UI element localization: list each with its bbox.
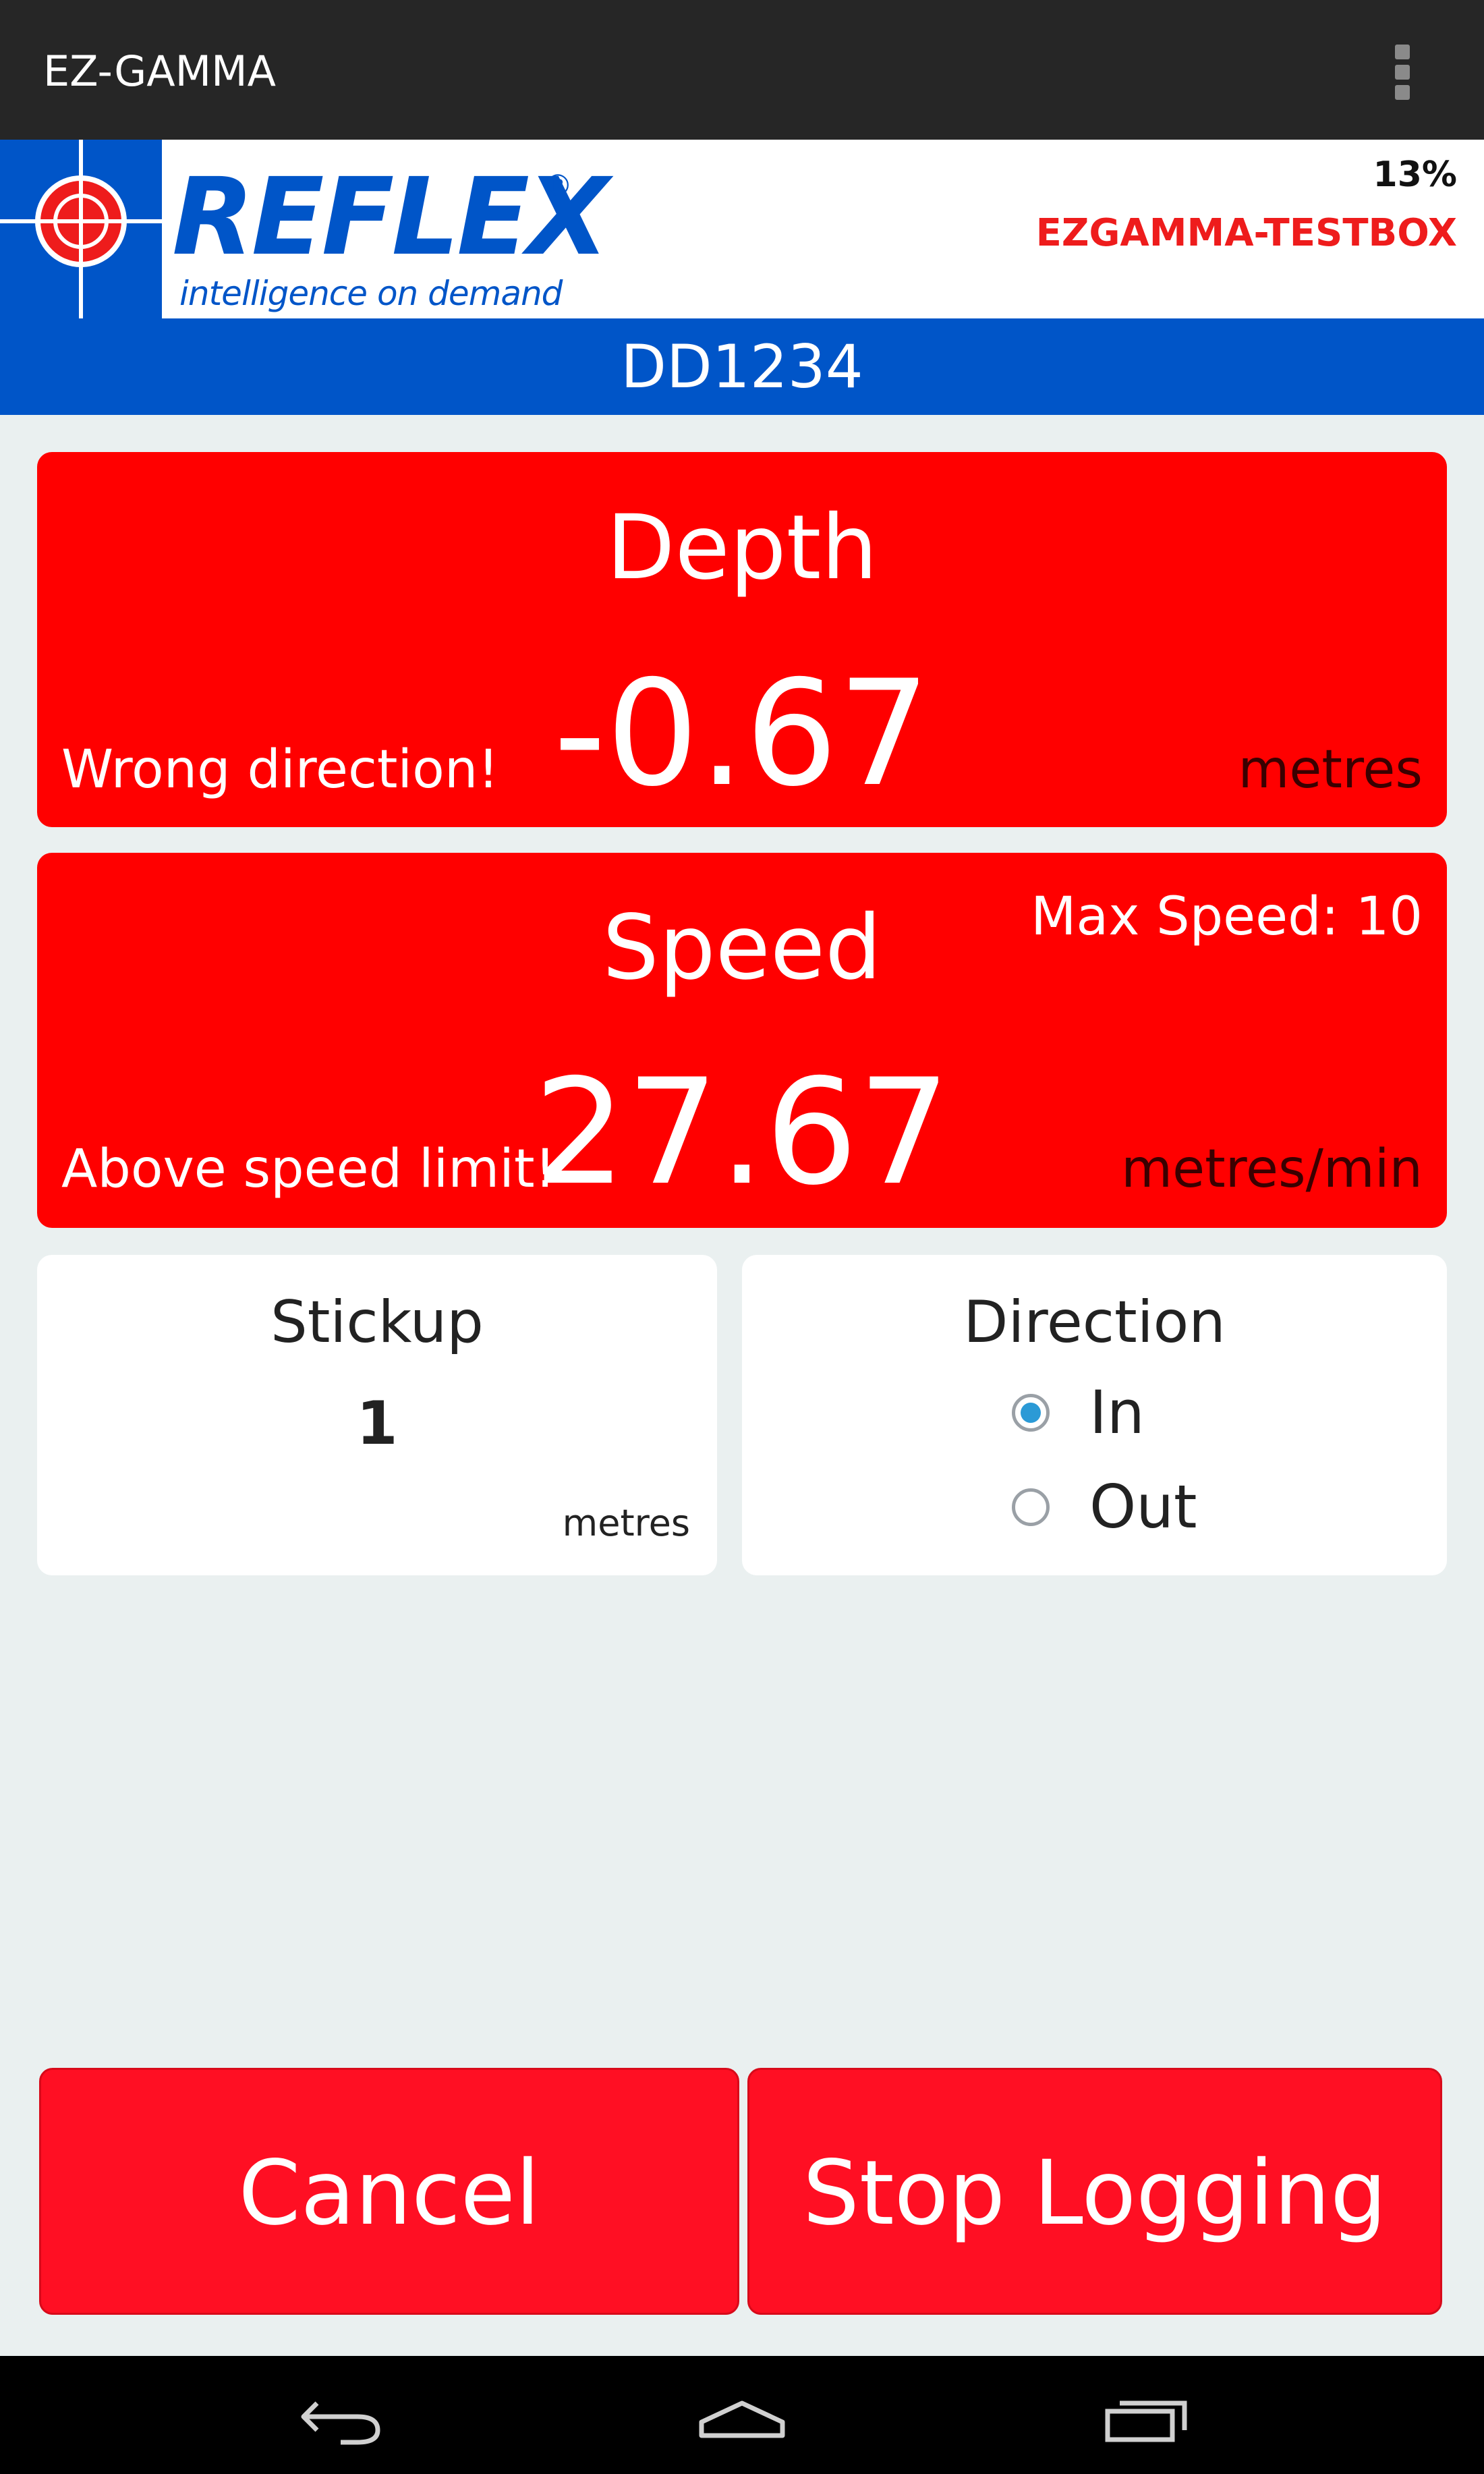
crosshair-icon [0, 140, 162, 318]
stickup-card[interactable]: Stickup 1 metres [37, 1255, 717, 1575]
hole-id: DD1234 [621, 332, 863, 401]
stop-logging-button[interactable]: Stop Logging [747, 2068, 1442, 2315]
speed-unit: metres/min [1121, 1139, 1423, 1200]
reflex-logo-mark [0, 140, 162, 318]
action-bar: EZ-GAMMA [0, 0, 1484, 140]
depth-unit: metres [1238, 739, 1423, 800]
stickup-unit: metres [562, 1502, 690, 1544]
speed-panel: Speed Max Speed: 10 27.67 Above speed li… [37, 853, 1447, 1228]
direction-out-label[interactable]: Out [1089, 1473, 1197, 1541]
max-speed: Max Speed: 10 [1031, 887, 1423, 947]
more-vert-icon[interactable] [1391, 40, 1415, 101]
depth-panel: Depth -0.67 Wrong direction! metres [37, 452, 1447, 827]
hole-id-bar: DD1234 [0, 318, 1484, 415]
logo-wordmark: REFLEX [172, 155, 609, 279]
direction-out-option[interactable]: Out [1012, 1473, 1282, 1541]
recent-apps-icon[interactable] [1100, 2383, 1194, 2450]
device-name: EZGAMMA-TESTBOX [1035, 211, 1457, 255]
header: REFLEX ® intelligence on demand 13% EZGA… [0, 140, 1484, 318]
direction-title: Direction [963, 1289, 1226, 1356]
stickup-value[interactable]: 1 [37, 1390, 717, 1457]
depth-title: Depth [606, 496, 878, 600]
cancel-button[interactable]: Cancel [39, 2068, 739, 2315]
back-icon[interactable] [293, 2383, 388, 2450]
radio-unchecked-icon[interactable] [1012, 1488, 1050, 1526]
app-title: EZ-GAMMA [43, 47, 277, 96]
logo-tagline: intelligence on demand [179, 274, 563, 313]
registered-mark: ® [543, 169, 573, 203]
speed-warning: Above speed limit! [61, 1139, 556, 1200]
stickup-title: Stickup [270, 1289, 484, 1356]
radio-checked-icon[interactable] [1012, 1394, 1050, 1432]
direction-in-option[interactable]: In [1012, 1379, 1282, 1446]
depth-warning: Wrong direction! [61, 739, 499, 800]
battery-level: 13% [1373, 154, 1457, 195]
direction-in-label[interactable]: In [1089, 1379, 1145, 1446]
navigation-bar [0, 2356, 1484, 2474]
home-icon[interactable] [695, 2383, 789, 2450]
